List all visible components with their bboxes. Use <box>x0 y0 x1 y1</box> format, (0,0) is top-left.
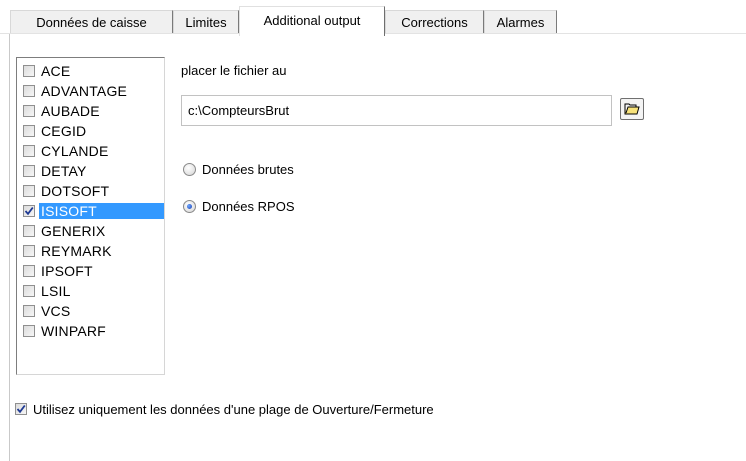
list-item-reymark[interactable]: REYMARK <box>20 243 164 259</box>
checkbox[interactable] <box>23 165 35 177</box>
list-item-label: DETAY <box>41 163 87 179</box>
list-item-dotsoft[interactable]: DOTSOFT <box>20 183 164 199</box>
tab-alarmes[interactable]: Alarmes <box>484 10 557 33</box>
list-item-label: ACE <box>41 63 71 79</box>
checkbox[interactable] <box>23 245 35 257</box>
list-item-label: CYLANDE <box>41 143 109 159</box>
check-mark-icon <box>16 404 26 414</box>
tab-donnees-de-caisse[interactable]: Données de caisse <box>10 10 173 33</box>
checkbox-label: Utilisez uniquement les données d'une pl… <box>33 401 434 417</box>
file-location-label: placer le fichier au <box>181 63 287 78</box>
tab-strip: Données de caisse Limites Additional out… <box>0 0 746 36</box>
checkbox[interactable] <box>23 305 35 317</box>
checkbox[interactable] <box>23 65 35 77</box>
checkbox[interactable] <box>23 325 35 337</box>
list-item-ipsoft[interactable]: IPSOFT <box>20 263 164 279</box>
list-item-label: ISISOFT <box>39 203 164 219</box>
checkbox[interactable] <box>23 185 35 197</box>
check-mark-icon <box>24 206 34 216</box>
list-item-detay[interactable]: DETAY <box>20 163 164 179</box>
list-item-label: AUBADE <box>41 103 100 119</box>
checkbox[interactable] <box>23 285 35 297</box>
list-item-label: DOTSOFT <box>41 183 110 199</box>
tab-label: Corrections <box>401 14 468 30</box>
open-close-range-option[interactable]: Utilisez uniquement les données d'une pl… <box>15 401 434 417</box>
radio-label: Données brutes <box>202 161 294 177</box>
browse-folder-button[interactable] <box>620 98 644 120</box>
list-item-label: WINPARF <box>41 323 106 339</box>
tab-label: Alarmes <box>496 14 545 30</box>
checkbox[interactable] <box>15 403 27 415</box>
tab-label: Additional output <box>263 13 361 28</box>
panel-border <box>9 33 10 461</box>
radio-donnees-brutes[interactable]: Données brutes <box>183 161 294 177</box>
tab-corrections[interactable]: Corrections <box>385 10 484 33</box>
tab-label: Données de caisse <box>36 14 147 30</box>
checkbox[interactable] <box>23 265 35 277</box>
checkbox[interactable] <box>23 145 35 157</box>
list-item-winparf[interactable]: WINPARF <box>20 323 164 339</box>
list-item-cegid[interactable]: CEGID <box>20 123 164 139</box>
list-item-cylande[interactable]: CYLANDE <box>20 143 164 159</box>
list-item-label: VCS <box>41 303 71 319</box>
list-item-label: IPSOFT <box>41 263 93 279</box>
list-item-vcs[interactable]: VCS <box>20 303 164 319</box>
checkbox[interactable] <box>23 225 35 237</box>
output-format-list[interactable]: ACE ADVANTAGE AUBADE CEGID CYLANDE DETAY… <box>16 57 165 375</box>
list-item-isisoft[interactable]: ISISOFT <box>20 203 164 219</box>
open-folder-icon <box>624 103 640 115</box>
file-path-input[interactable] <box>181 95 612 126</box>
list-item-label: ADVANTAGE <box>41 83 128 99</box>
checkbox[interactable] <box>23 205 35 217</box>
radio-button[interactable] <box>183 162 196 176</box>
radio-donnees-rpos[interactable]: Données RPOS <box>183 198 295 214</box>
checkbox[interactable] <box>23 85 35 97</box>
tab-label: Limites <box>185 14 227 30</box>
list-item-advantage[interactable]: ADVANTAGE <box>20 83 164 99</box>
list-item-label: GENERIX <box>41 223 106 239</box>
list-item-label: LSIL <box>41 283 71 299</box>
tab-limites[interactable]: Limites <box>173 10 239 33</box>
tab-additional-output[interactable]: Additional output <box>239 6 385 36</box>
list-item-label: REYMARK <box>41 243 112 259</box>
list-item-label: CEGID <box>41 123 87 139</box>
list-item-ace[interactable]: ACE <box>20 63 164 79</box>
radio-button[interactable] <box>183 199 196 213</box>
radio-label: Données RPOS <box>202 198 295 214</box>
list-item-aubade[interactable]: AUBADE <box>20 103 164 119</box>
checkbox[interactable] <box>23 125 35 137</box>
list-item-lsil[interactable]: LSIL <box>20 283 164 299</box>
list-item-generix[interactable]: GENERIX <box>20 223 164 239</box>
checkbox[interactable] <box>23 105 35 117</box>
